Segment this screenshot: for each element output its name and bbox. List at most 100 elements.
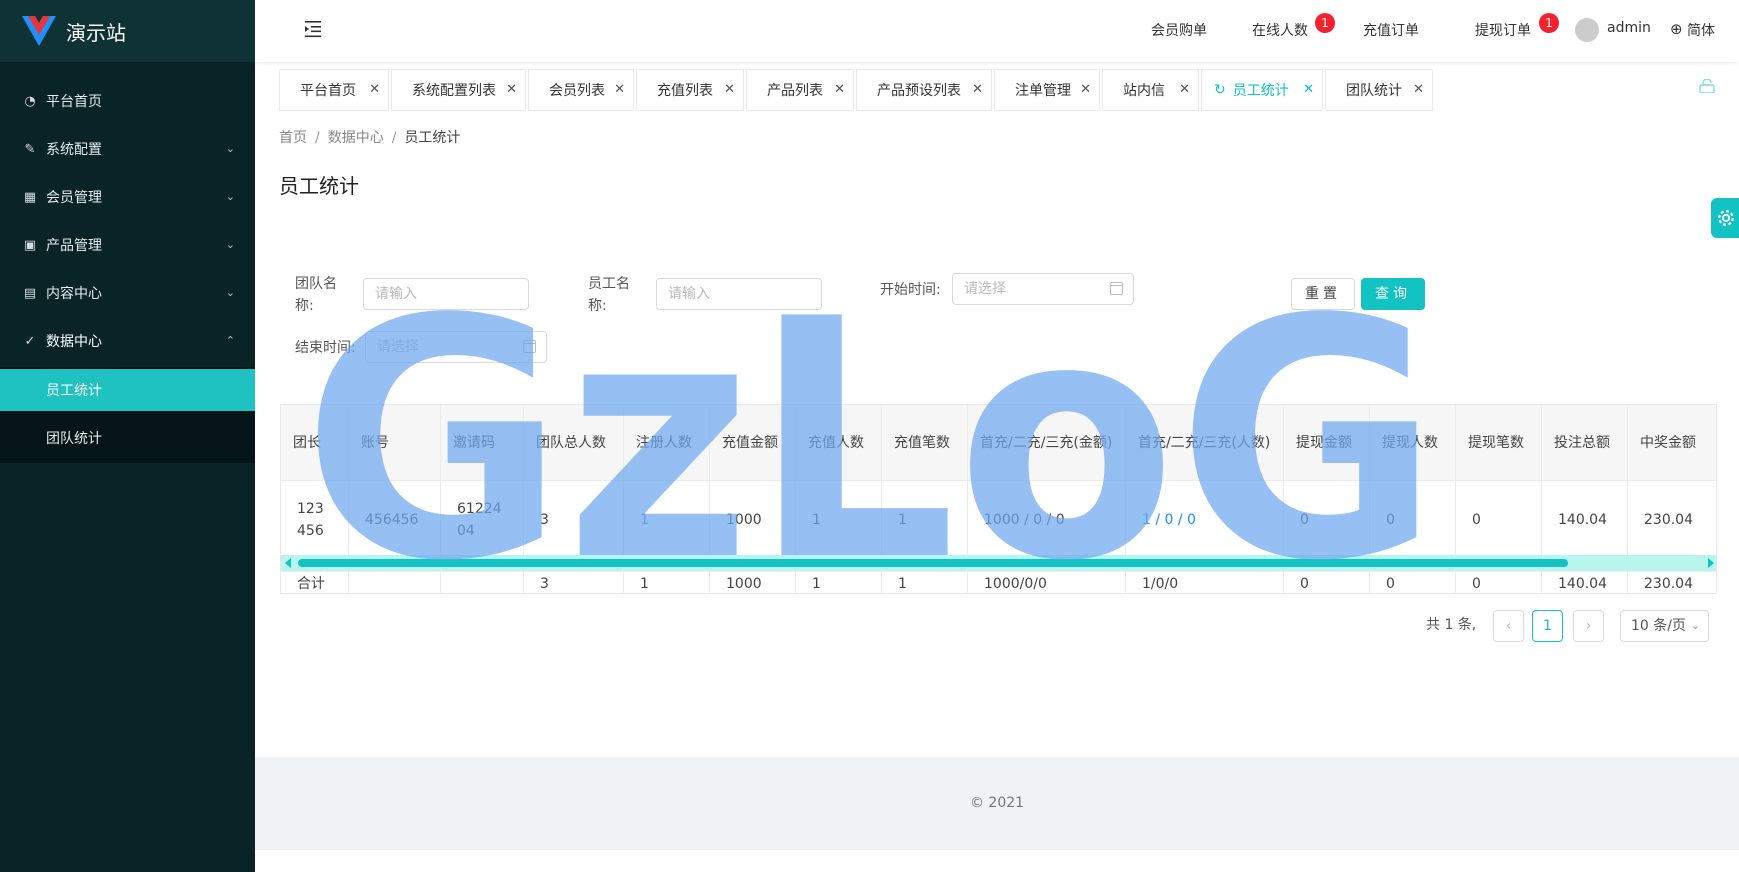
tab-label: 注单管理 (1015, 83, 1071, 99)
chevron-up-icon: ⌃ (225, 334, 235, 347)
tab-staff-stats[interactable]: ↻ 员工统计 ✕ (1201, 69, 1323, 111)
header-recharge-orders-link[interactable]: 充值订单 (1363, 20, 1419, 40)
header-withdraw-orders-link[interactable]: 提现订单 (1475, 20, 1531, 40)
table-cell: 0 (1284, 480, 1370, 558)
close-icon[interactable]: ✕ (614, 82, 625, 97)
table-cell: 1 (882, 480, 968, 558)
sidebar: 演示站 ◔ 平台首页 ✎ 系统配置 ⌄ ▦ 会员管理 ⌄ ▣ 产品管理 ⌄ ▤ … (0, 0, 255, 872)
reset-button[interactable]: 重置 (1291, 278, 1355, 310)
close-icon[interactable]: ✕ (1303, 82, 1314, 97)
page-size-select[interactable]: 10 条/页 ⌄ (1620, 610, 1709, 642)
total-cell: 1/0/0 (1126, 571, 1284, 593)
sidebar-item-member-management[interactable]: ▦ 会员管理 ⌄ (0, 173, 255, 221)
staff-name-input[interactable]: 请输入 (656, 278, 822, 310)
start-time-label: 开始时间: (880, 282, 941, 298)
app-logo[interactable]: 演示站 (0, 0, 255, 62)
column-header: 邀请码 (441, 405, 524, 480)
search-button[interactable]: 查询 (1361, 278, 1425, 310)
total-cell: 3 (524, 571, 624, 593)
end-time-picker[interactable]: 请选择 (365, 331, 547, 363)
table-cell-link[interactable]: 1 / 0 / 0 (1126, 480, 1284, 558)
tab-bet-management[interactable]: 注单管理 ✕ (994, 69, 1100, 111)
sidebar-item-system-config[interactable]: ✎ 系统配置 ⌄ (0, 125, 255, 173)
tab-product-preset-list[interactable]: 产品预设列表 ✕ (856, 69, 992, 111)
table-cell: 6122404 (441, 480, 524, 558)
table-cell: 0 (1370, 480, 1456, 558)
table-cell-link[interactable]: 1 (624, 480, 710, 558)
settings-button[interactable] (1711, 198, 1739, 238)
online-users-badge: 1 (1315, 13, 1335, 33)
close-icon[interactable]: ✕ (369, 82, 380, 97)
sidebar-item-label: 系统配置 (46, 142, 102, 158)
close-icon[interactable]: ✕ (506, 82, 517, 97)
horizontal-scrollbar[interactable] (281, 555, 1716, 571)
sidebar-subitem-team-stats[interactable]: 团队统计 (0, 417, 255, 459)
scroll-left-icon[interactable] (285, 558, 291, 568)
total-cell: 1000/0/0 (968, 571, 1126, 593)
close-icon[interactable]: ✕ (724, 82, 735, 97)
column-header: 团长 (281, 405, 349, 480)
total-cell: 1000 (710, 571, 796, 593)
sidebar-item-product-management[interactable]: ▣ 产品管理 ⌄ (0, 221, 255, 269)
next-page-button[interactable]: › (1573, 610, 1604, 642)
header-member-orders-link[interactable]: 会员购单 (1151, 20, 1207, 40)
close-icon[interactable]: ✕ (834, 82, 845, 97)
scroll-right-icon[interactable] (1708, 558, 1714, 568)
header-online-users-link[interactable]: 在线人数 (1252, 20, 1308, 40)
sidebar-item-content-center[interactable]: ▤ 内容中心 ⌄ (0, 269, 255, 317)
sidebar-item-data-center[interactable]: ✓ 数据中心 ⌃ (0, 317, 255, 365)
column-header: 投注总额 (1542, 405, 1628, 480)
tab-member-list[interactable]: 会员列表 ✕ (528, 69, 634, 111)
tab-system-config-list[interactable]: 系统配置列表 ✕ (391, 69, 526, 111)
close-icon[interactable]: ✕ (972, 82, 983, 97)
breadcrumb-home[interactable]: 首页 (279, 130, 307, 146)
column-header: 充值人数 (796, 405, 882, 480)
tab-label: 产品预设列表 (877, 83, 961, 99)
sidebar-item-label: 会员管理 (46, 190, 102, 206)
avatar[interactable] (1575, 18, 1599, 42)
tab-platform-home[interactable]: 平台首页 ✕ (279, 69, 389, 111)
column-header: 首充/二充/三充(人数) (1126, 405, 1284, 480)
staff-stats-table: 团长 账号 邀请码 团队总人数 注册人数 充值金额 充值人数 充值笔数 首充/二… (280, 404, 1717, 594)
total-cell: 1 (882, 571, 968, 593)
menu-fold-icon[interactable] (303, 20, 323, 38)
unlock-icon[interactable] (1699, 79, 1715, 93)
total-cell: 230.04 (1628, 571, 1716, 593)
table-cell: 1 (796, 480, 882, 558)
total-cell: 0 (1456, 571, 1542, 593)
tab-recharge-list[interactable]: 充值列表 ✕ (636, 69, 744, 111)
sidebar-subitem-staff-stats[interactable]: 员工统计 (0, 369, 255, 411)
page-number-button[interactable]: 1 (1532, 610, 1563, 642)
tab-label: 员工统计 (1232, 83, 1289, 99)
start-time-picker[interactable]: 请选择 (952, 273, 1134, 305)
tab-product-list[interactable]: 产品列表 ✕ (746, 69, 854, 111)
tab-label: 平台首页 (300, 83, 356, 99)
tab-site-messages[interactable]: 站内信 ✕ (1102, 69, 1199, 111)
close-icon[interactable]: ✕ (1179, 82, 1190, 97)
file-icon: ▤ (23, 285, 37, 301)
scrollbar-thumb[interactable] (298, 559, 1568, 567)
edit-icon: ✎ (24, 141, 36, 157)
app-title: 演示站 (66, 20, 126, 45)
globe-icon[interactable]: ⊕ (1670, 20, 1683, 38)
start-time-placeholder: 请选择 (964, 281, 1006, 297)
refresh-icon[interactable]: ↻ (1214, 82, 1226, 98)
tab-label: 系统配置列表 (412, 83, 496, 99)
close-icon[interactable]: ✕ (1080, 82, 1091, 97)
close-icon[interactable]: ✕ (1413, 82, 1424, 97)
username[interactable]: admin (1607, 20, 1651, 36)
breadcrumb-data-center[interactable]: 数据中心 (328, 130, 384, 146)
language-switch[interactable]: 简体 (1687, 20, 1715, 40)
sidebar-item-platform-home[interactable]: ◔ 平台首页 (0, 77, 255, 125)
table-cell: 123456 (281, 480, 349, 558)
tab-label: 产品列表 (767, 83, 823, 99)
column-header: 充值笔数 (882, 405, 968, 480)
end-time-label: 结束时间: (295, 340, 356, 356)
check-circle-icon: ✓ (24, 333, 36, 349)
column-header: 提现笔数 (1456, 405, 1542, 480)
prev-page-button[interactable]: ‹ (1493, 610, 1524, 642)
tab-team-stats[interactable]: 团队统计 ✕ (1325, 69, 1433, 111)
column-header: 首充/二充/三充(金额) (968, 405, 1126, 480)
chevron-down-icon: ⌄ (225, 238, 235, 251)
team-name-input[interactable]: 请输入 (363, 278, 529, 310)
